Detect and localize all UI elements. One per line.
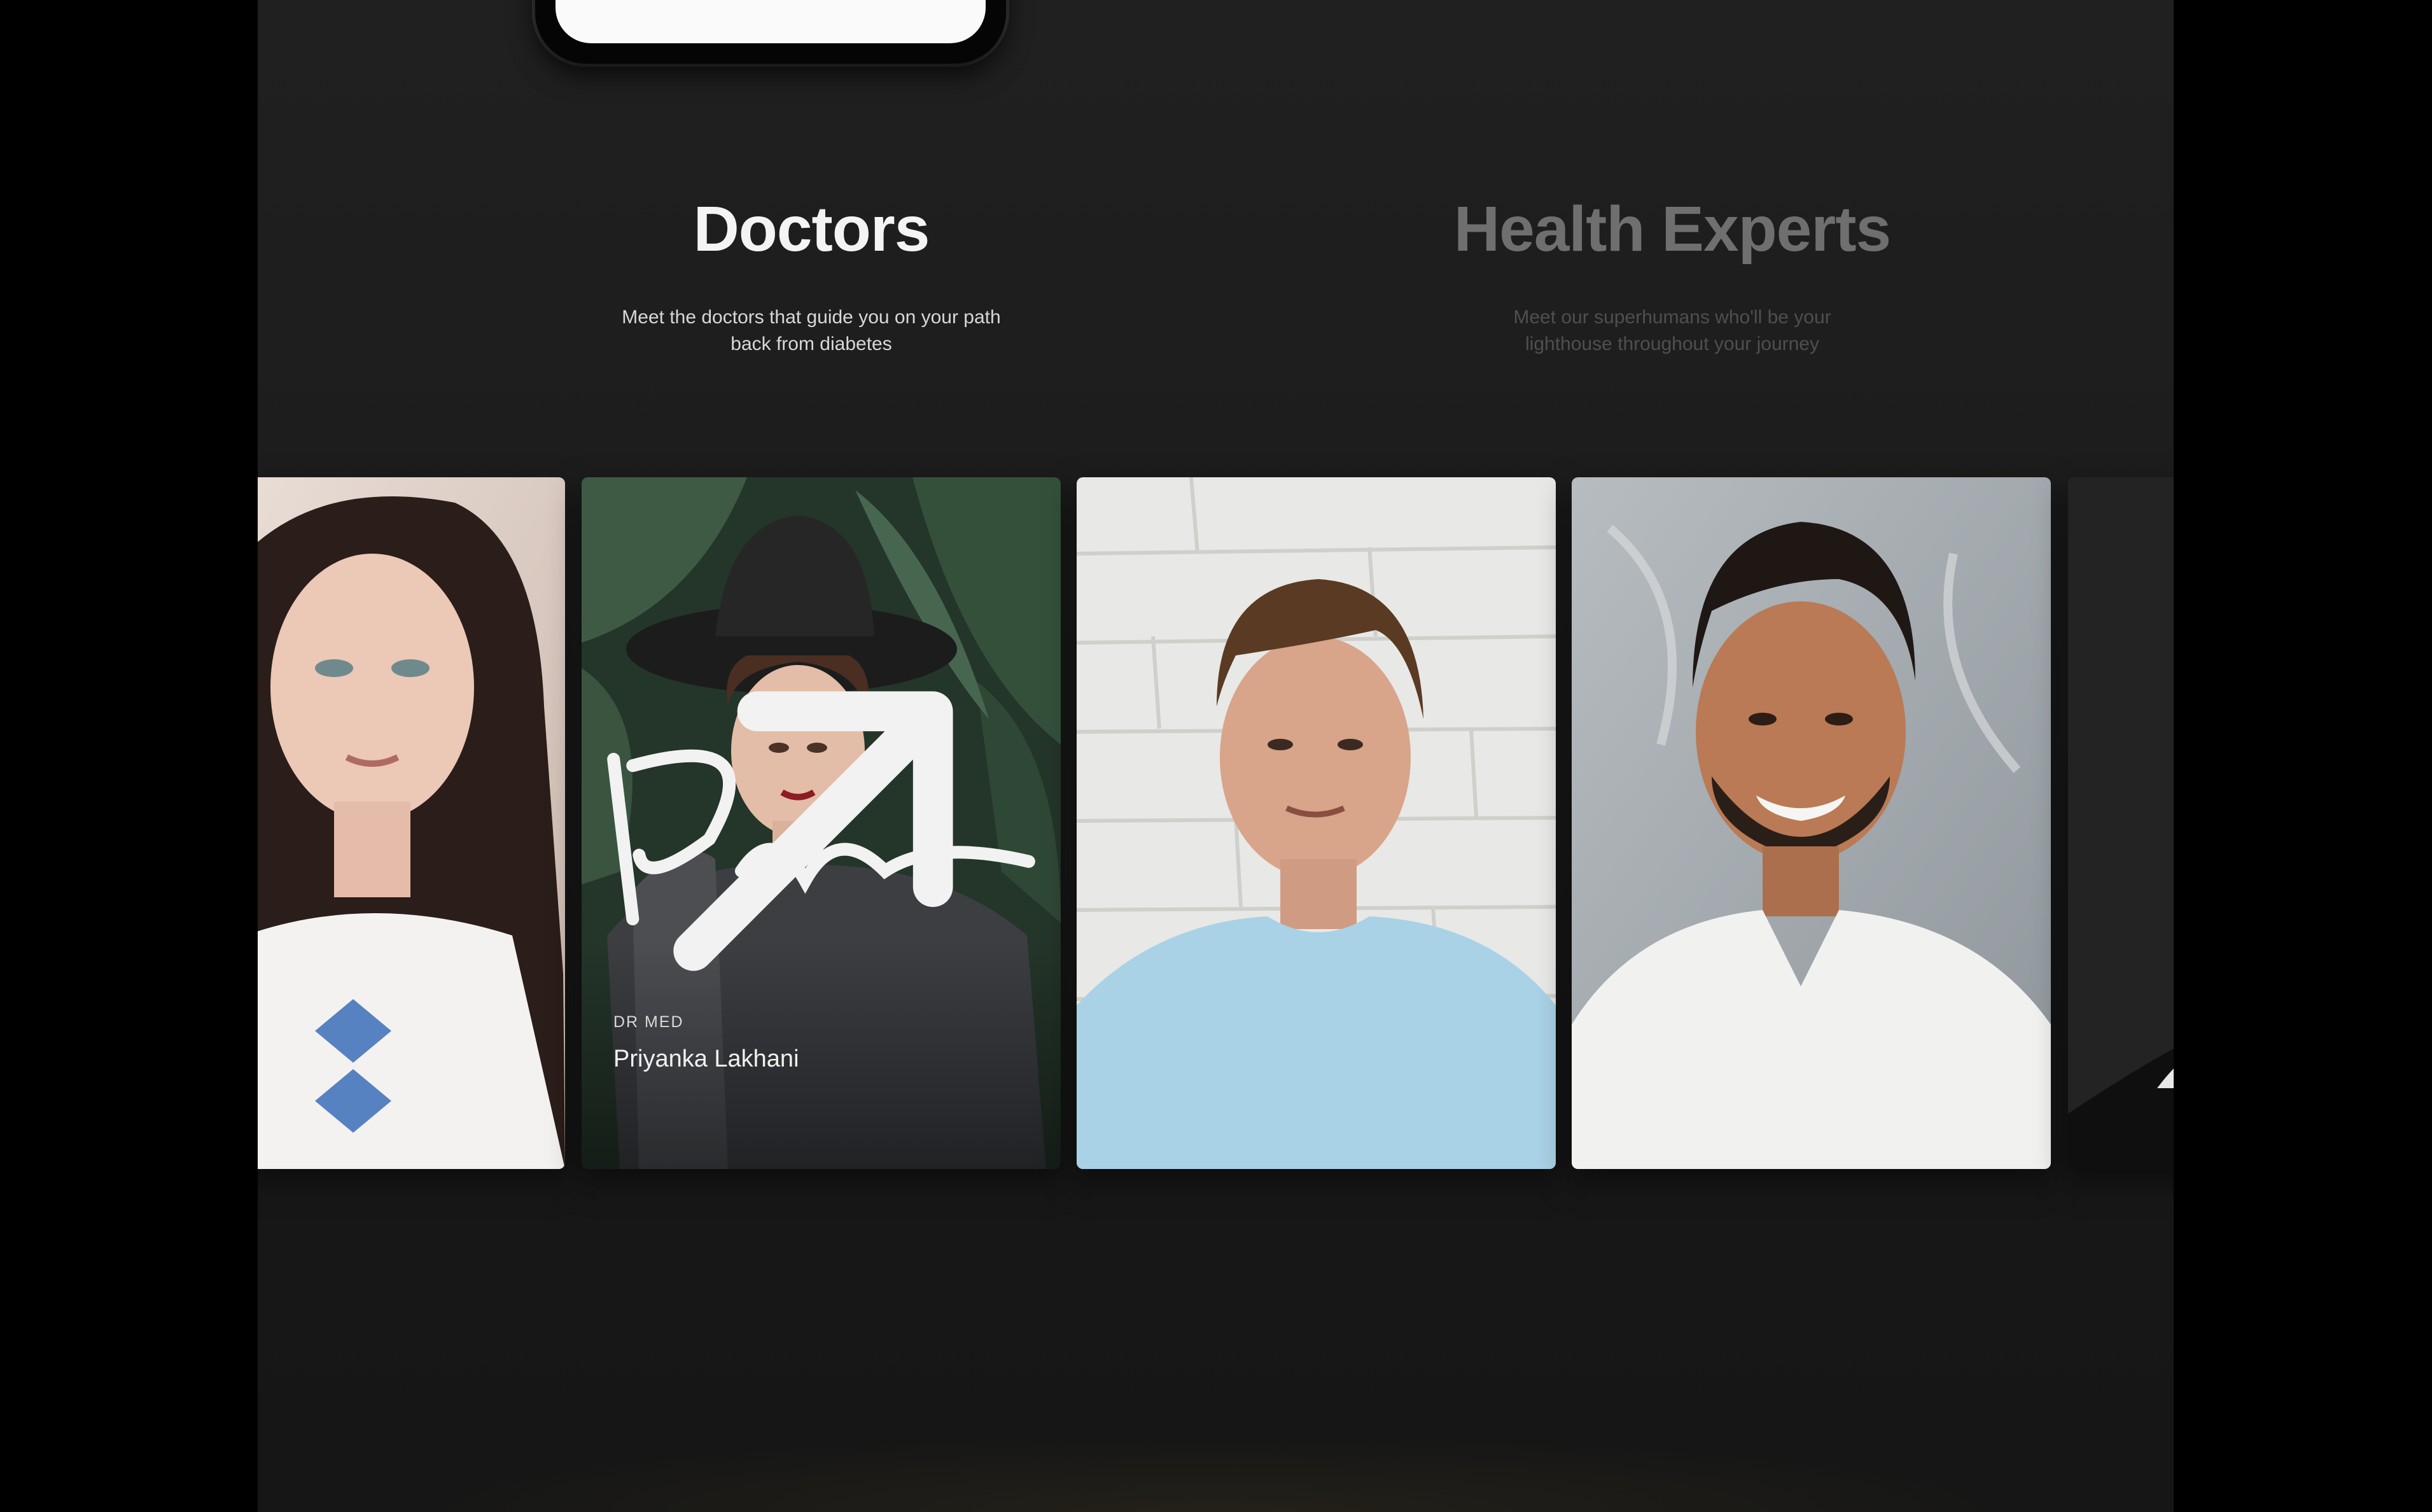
tab-doctors-title[interactable]: Doctors — [570, 191, 1053, 267]
doctor-card[interactable] — [2068, 477, 2174, 1169]
doctor-photo — [1077, 477, 1556, 1169]
tab-health-experts-title[interactable]: Health Experts — [1430, 191, 1914, 267]
doctor-photo — [1572, 477, 2051, 1169]
page-canvas: Doctors Meet the doctors that guide you … — [258, 0, 2174, 1512]
tab-doctors-description: Meet the doctors that guide you on your … — [622, 307, 1001, 354]
tab-health-experts-description: Meet our superhumans who'll be your ligh… — [1513, 307, 1831, 354]
doctor-photo — [258, 477, 565, 1169]
doctor-card[interactable] — [1077, 477, 1556, 1169]
doctor-card[interactable] — [258, 477, 565, 1169]
doctor-photo — [2068, 477, 2174, 1169]
tab-doctors[interactable]: Doctors Meet the doctors that guide you … — [570, 191, 1053, 358]
arrow-up-right-icon[interactable] — [582, 477, 1061, 1169]
featured-doctor-card[interactable]: DR MED Priyanka Lakhani — [582, 477, 1061, 1169]
doctor-card[interactable] — [1572, 477, 2051, 1169]
phone-screen — [556, 0, 986, 43]
tab-health-experts[interactable]: Health Experts Meet our superhumans who'… — [1430, 191, 1914, 358]
phone-mockup — [535, 0, 1006, 64]
